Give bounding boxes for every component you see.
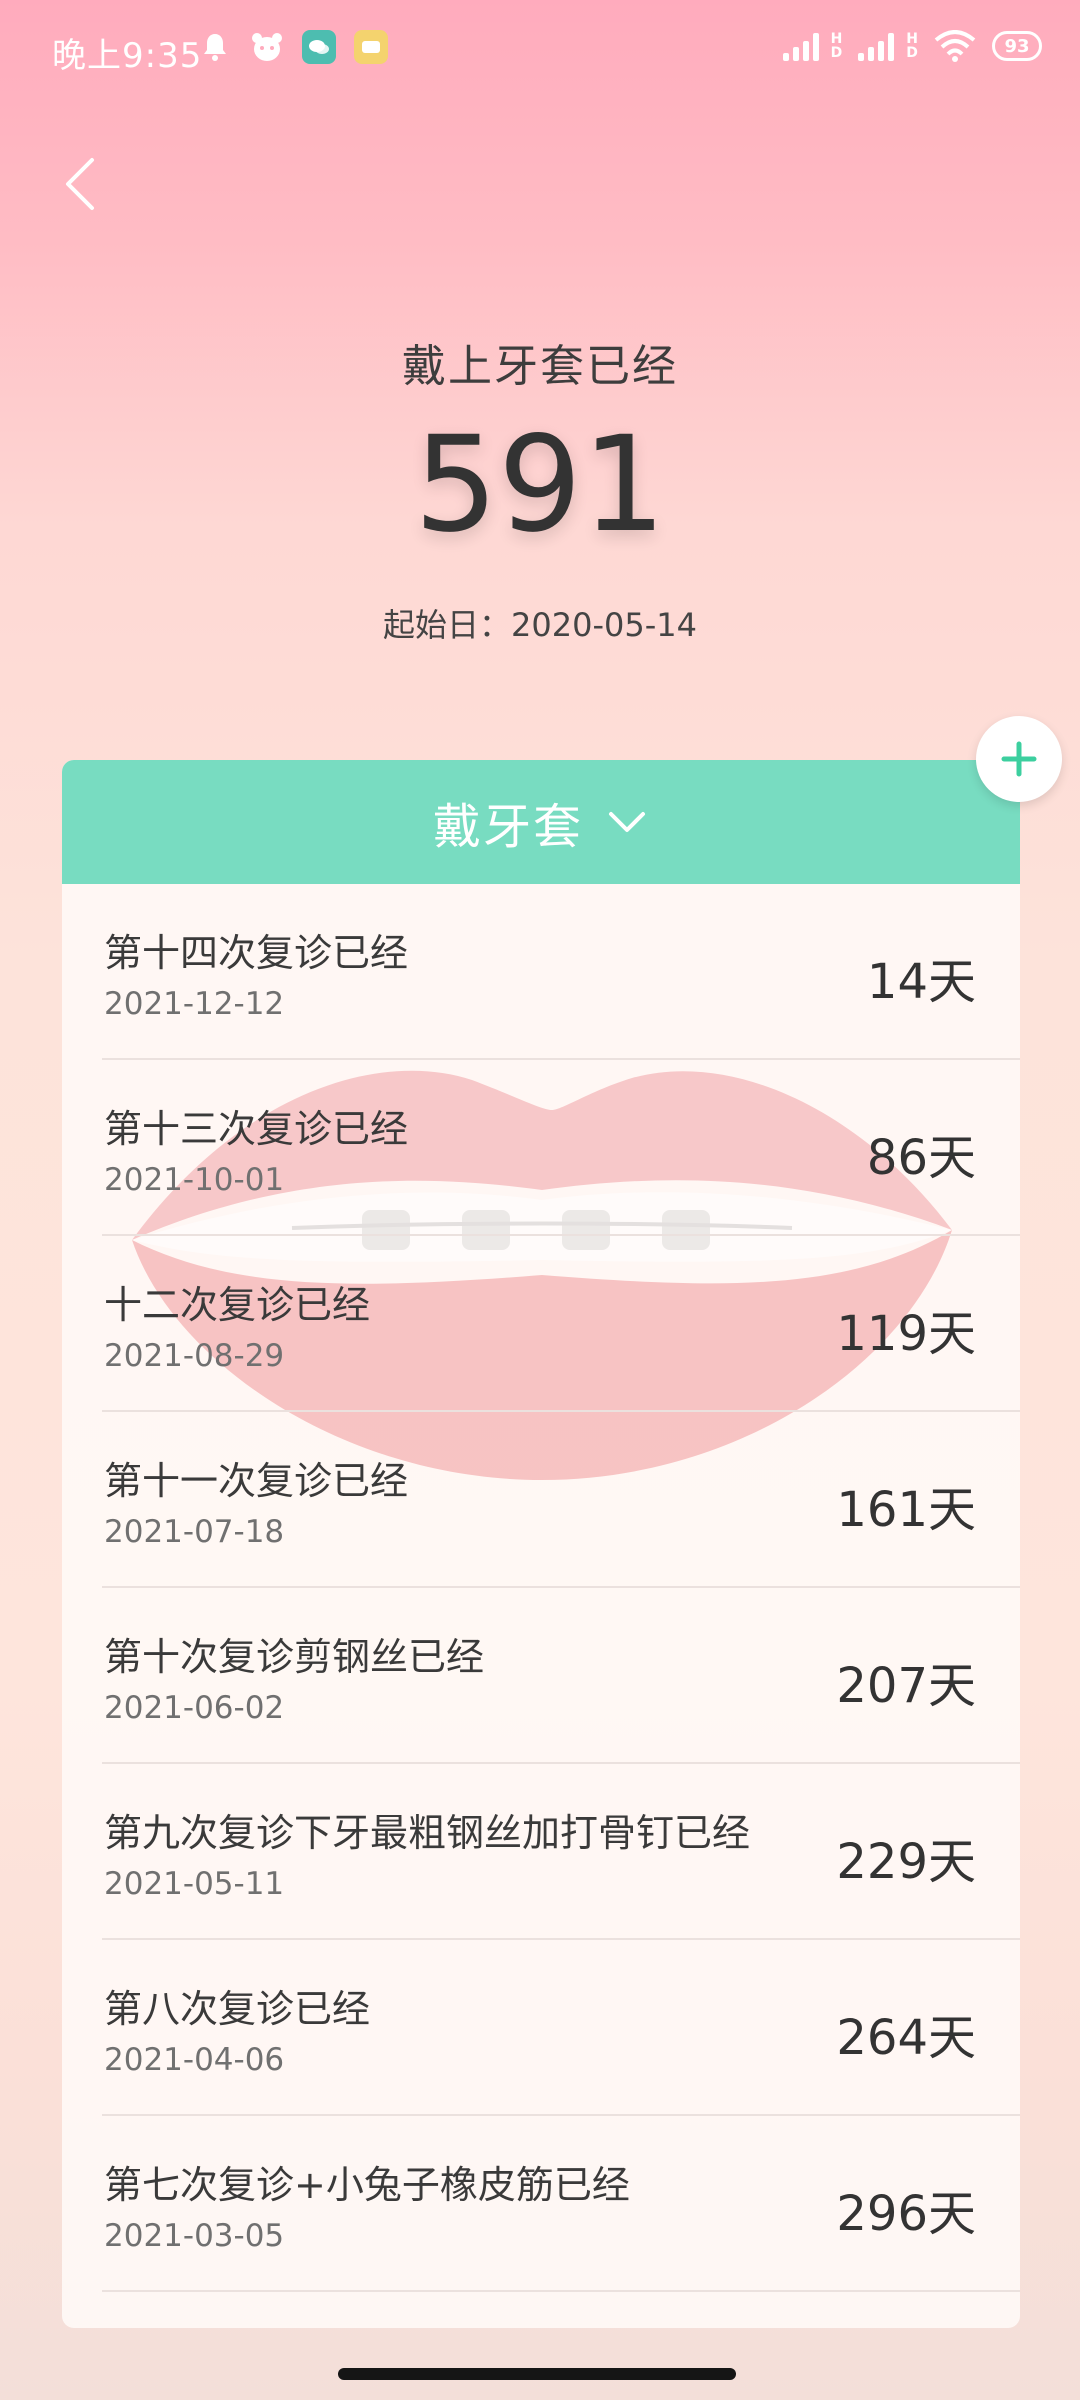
- category-label: 戴牙套: [432, 799, 583, 855]
- list-item[interactable]: 第十一次复诊已经 2021-07-18 161天: [102, 1412, 1020, 1588]
- signal-icon: [782, 31, 819, 61]
- list-item[interactable]: 第十次复诊剪钢丝已经 2021-06-02 207天: [102, 1588, 1020, 1764]
- message-icon: [354, 30, 388, 64]
- bear-icon: [250, 30, 284, 64]
- list-item[interactable]: 第八次复诊已经 2021-04-06 264天: [102, 1940, 1020, 2116]
- record-days: 207天: [836, 1658, 976, 1714]
- back-button[interactable]: [56, 152, 104, 216]
- record-date: 2021-12-12: [104, 986, 285, 1022]
- record-title: 第十一次复诊已经: [104, 1459, 409, 1503]
- record-title: 第八次复诊已经: [104, 1987, 371, 2031]
- list-item[interactable]: 第十四次复诊已经 2021-12-12 14天: [102, 884, 1020, 1060]
- notification-icons: [198, 30, 388, 64]
- list-item[interactable]: 十二次复诊已经 2021-08-29 119天: [102, 1236, 1020, 1412]
- record-title: 第十次复诊剪钢丝已经: [104, 1635, 485, 1679]
- list-item[interactable]: 第九次复诊下牙最粗钢丝加打骨钉已经 2021-05-11 229天: [102, 1764, 1020, 1940]
- records-list: 第十四次复诊已经 2021-12-12 14天 第十三次复诊已经 2021-10…: [62, 884, 1020, 2292]
- signal-icon: [858, 31, 895, 61]
- record-title: 第九次复诊下牙最粗钢丝加打骨钉已经: [104, 1811, 751, 1855]
- start-date: 起始日：2020-05-14: [383, 606, 697, 644]
- record-date: 2021-05-11: [104, 1866, 285, 1902]
- record-days: 119天: [836, 1306, 976, 1362]
- plus-icon: [1001, 741, 1037, 777]
- battery-icon: 93: [992, 31, 1042, 61]
- chevron-down-icon: [609, 812, 645, 832]
- bell-icon: [198, 30, 232, 64]
- record-date: 2021-10-01: [104, 1162, 285, 1198]
- record-date: 2021-04-06: [104, 2042, 285, 2078]
- list-item[interactable]: 第十三次复诊已经 2021-10-01 86天: [102, 1060, 1020, 1236]
- hd-icon: HD: [906, 31, 918, 61]
- system-icons: HD HD 93: [782, 30, 1042, 62]
- record-date: 2021-07-18: [104, 1514, 285, 1550]
- hd-icon: HD: [830, 31, 843, 61]
- record-title: 十二次复诊已经: [104, 1283, 371, 1327]
- category-selector[interactable]: 戴牙套: [62, 760, 1020, 884]
- summary-title: 戴上牙套已经: [402, 341, 678, 392]
- record-days: 296天: [836, 2186, 976, 2242]
- record-title: 第十四次复诊已经: [104, 931, 409, 975]
- status-time: 晚上9:35: [52, 36, 203, 76]
- record-days: 86天: [866, 1130, 976, 1186]
- record-days: 161天: [836, 1482, 976, 1538]
- record-date: 2021-08-29: [104, 1338, 285, 1374]
- record-date: 2021-03-05: [104, 2218, 285, 2254]
- status-bar: 晚上9:35 HD HD 93: [0, 0, 1080, 100]
- chevron-left-icon: [66, 158, 94, 210]
- add-button[interactable]: [976, 716, 1062, 802]
- days-counter: 591: [414, 408, 666, 562]
- record-title: 第十三次复诊已经: [104, 1107, 409, 1151]
- wifi-icon: [934, 30, 976, 62]
- list-item[interactable]: 第七次复诊+小兔子橡皮筋已经 2021-03-05 296天: [102, 2116, 1020, 2292]
- record-days: 14天: [866, 954, 976, 1010]
- record-days: 264天: [836, 2010, 976, 2066]
- record-title: 第七次复诊+小兔子橡皮筋已经: [104, 2163, 630, 2207]
- record-days: 229天: [836, 1834, 976, 1890]
- home-indicator[interactable]: [338, 2368, 736, 2380]
- wechat-icon: [302, 30, 336, 64]
- records-card: 戴牙套 第十四次复诊已经 2021-12-12 14天 第十三次复诊已经 202…: [62, 760, 1020, 2328]
- record-date: 2021-06-02: [104, 1690, 285, 1726]
